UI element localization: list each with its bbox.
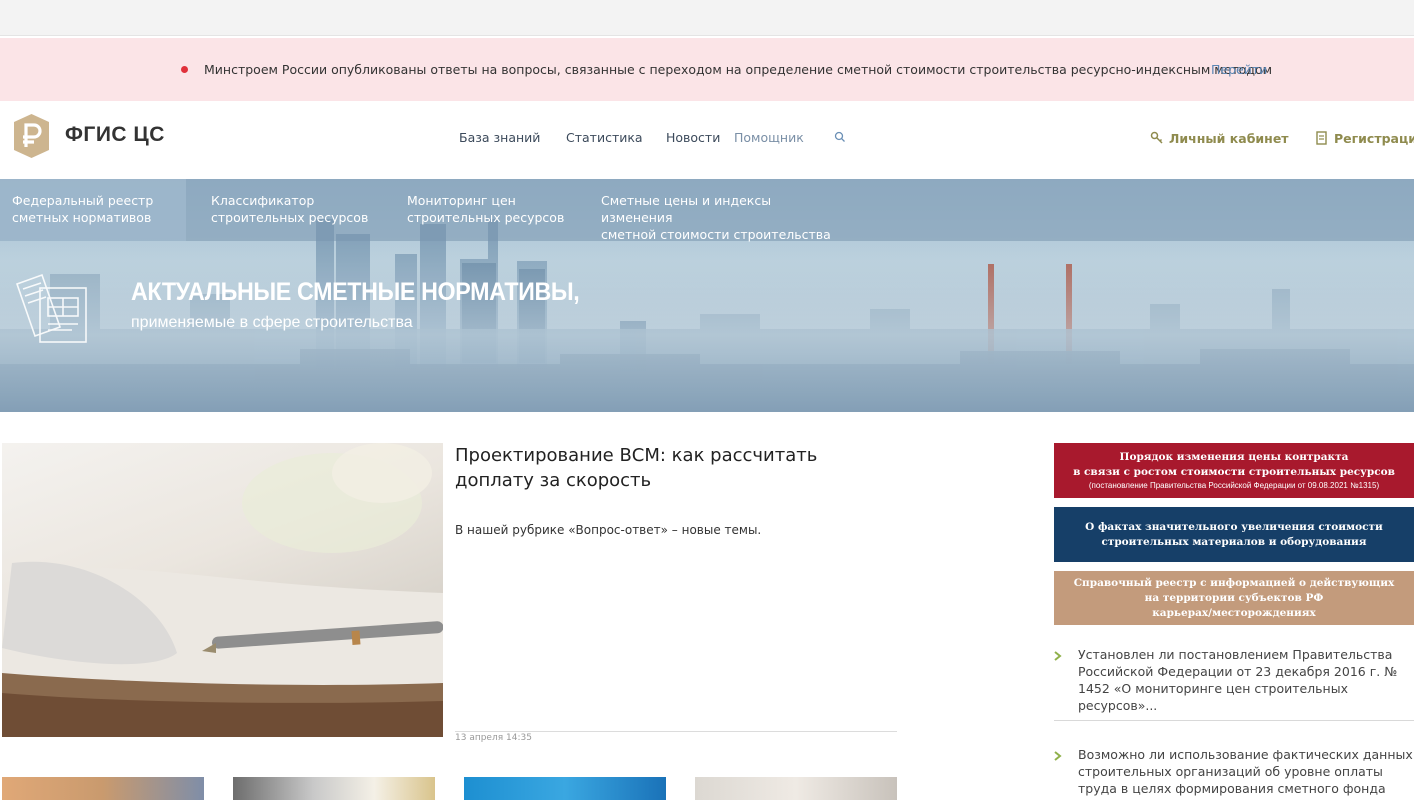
hero-banner: Федеральный реестр сметных нормативов Кл…	[0, 179, 1414, 412]
banner-subtitle: применяемые в сфере строительства	[131, 314, 413, 331]
faq-item[interactable]: Возможно ли использование фактических да…	[1054, 746, 1414, 800]
nav-news[interactable]: Новости	[666, 130, 720, 145]
chevron-right-icon	[1054, 751, 1062, 761]
news-thumbnail[interactable]	[2, 777, 204, 800]
faq-text: Возможно ли использование фактических да…	[1078, 747, 1413, 800]
button-line: строительных материалов и оборудования	[1101, 535, 1367, 548]
notice-link[interactable]: Перейти	[1211, 62, 1267, 77]
price-increase-facts-button[interactable]: О фактах значительного увеличения стоимо…	[1054, 507, 1414, 562]
register-form-icon	[1316, 131, 1327, 145]
browser-top-strip	[0, 0, 1414, 36]
button-line: на территории субъектов РФ	[1144, 591, 1324, 604]
menu-item-line: сметных нормативов	[12, 210, 152, 225]
account-link[interactable]: Личный кабинет	[1150, 131, 1289, 146]
search-icon[interactable]	[834, 131, 846, 143]
news-thumbnail[interactable]	[695, 777, 897, 800]
button-line: (постановление Правительства Российской …	[1088, 480, 1380, 490]
logo-text[interactable]: ФГИС ЦС	[65, 123, 165, 147]
faq-text: Установлен ли постановлением Правительст…	[1078, 647, 1398, 713]
faq-divider	[1054, 720, 1414, 721]
news-title[interactable]: Проектирование ВСМ: как рассчитать допла…	[455, 443, 895, 493]
button-line: Справочный реестр с информацией о действ…	[1073, 576, 1395, 589]
nav-knowledge-base[interactable]: База знаний	[459, 130, 540, 145]
register-link[interactable]: Регистрация	[1316, 131, 1414, 146]
news-thumbnail[interactable]	[233, 777, 435, 800]
logo-ruble-icon[interactable]	[12, 113, 51, 159]
menu-item-line: Сметные цены и индексы изменения	[601, 193, 772, 225]
menu-item-line: строительных ресурсов	[211, 210, 369, 225]
site-header: ФГИС ЦС База знаний Статистика Новости П…	[0, 101, 1414, 179]
pen-on-papers-image	[2, 443, 443, 737]
menu-federal-registry[interactable]: Федеральный реестр сметных нормативов	[0, 179, 186, 241]
key-icon	[1150, 131, 1163, 144]
notice-dot-icon	[181, 66, 188, 73]
menu-item-line: Мониторинг цен	[407, 193, 516, 208]
news-photo[interactable]	[2, 443, 443, 737]
menu-item-line: сметной стоимости строительства	[601, 227, 831, 242]
chevron-right-icon	[1054, 651, 1062, 661]
button-line: карьерах/месторождениях	[1152, 606, 1316, 619]
news-date: 13 апреля 14:35	[455, 733, 532, 743]
account-label: Личный кабинет	[1169, 131, 1289, 146]
menu-item-line: Классификатор	[211, 193, 315, 208]
documents-icon	[15, 273, 87, 343]
menu-price-monitoring[interactable]: Мониторинг цен строительных ресурсов	[395, 179, 585, 241]
news-lead: В нашей рубрике «Вопрос-ответ» – новые т…	[455, 523, 762, 537]
news-divider	[455, 731, 897, 732]
banner-title: АКТУАЛЬНЫЕ СМЕТНЫЕ НОРМАТИВЫ,	[131, 278, 580, 306]
nav-statistics[interactable]: Статистика	[566, 130, 643, 145]
button-line: в связи с ростом стоимости строительных …	[1073, 465, 1395, 478]
news-thumbnail[interactable]	[464, 777, 666, 800]
button-line: О фактах значительного увеличения стоимо…	[1085, 520, 1383, 533]
notice-bar: Минстроем России опубликованы ответы на …	[0, 38, 1414, 101]
nav-assistant[interactable]: Помощник	[734, 130, 804, 145]
menu-item-line: Федеральный реестр	[12, 193, 154, 208]
notice-text: Минстроем России опубликованы ответы на …	[204, 62, 1273, 77]
contract-price-change-button[interactable]: Порядок изменения цены контракта в связи…	[1054, 443, 1414, 498]
menu-resource-classifier[interactable]: Классификатор строительных ресурсов	[199, 179, 389, 241]
menu-item-line: строительных ресурсов	[407, 210, 565, 225]
register-label: Регистрация	[1334, 131, 1414, 146]
menu-estimate-prices[interactable]: Сметные цены и индексы изменения сметной…	[589, 179, 849, 242]
button-line: Порядок изменения цены контракта	[1119, 450, 1349, 463]
faq-item[interactable]: Установлен ли постановлением Правительст…	[1054, 646, 1414, 713]
quarry-registry-button[interactable]: Справочный реестр с информацией о действ…	[1054, 571, 1414, 625]
